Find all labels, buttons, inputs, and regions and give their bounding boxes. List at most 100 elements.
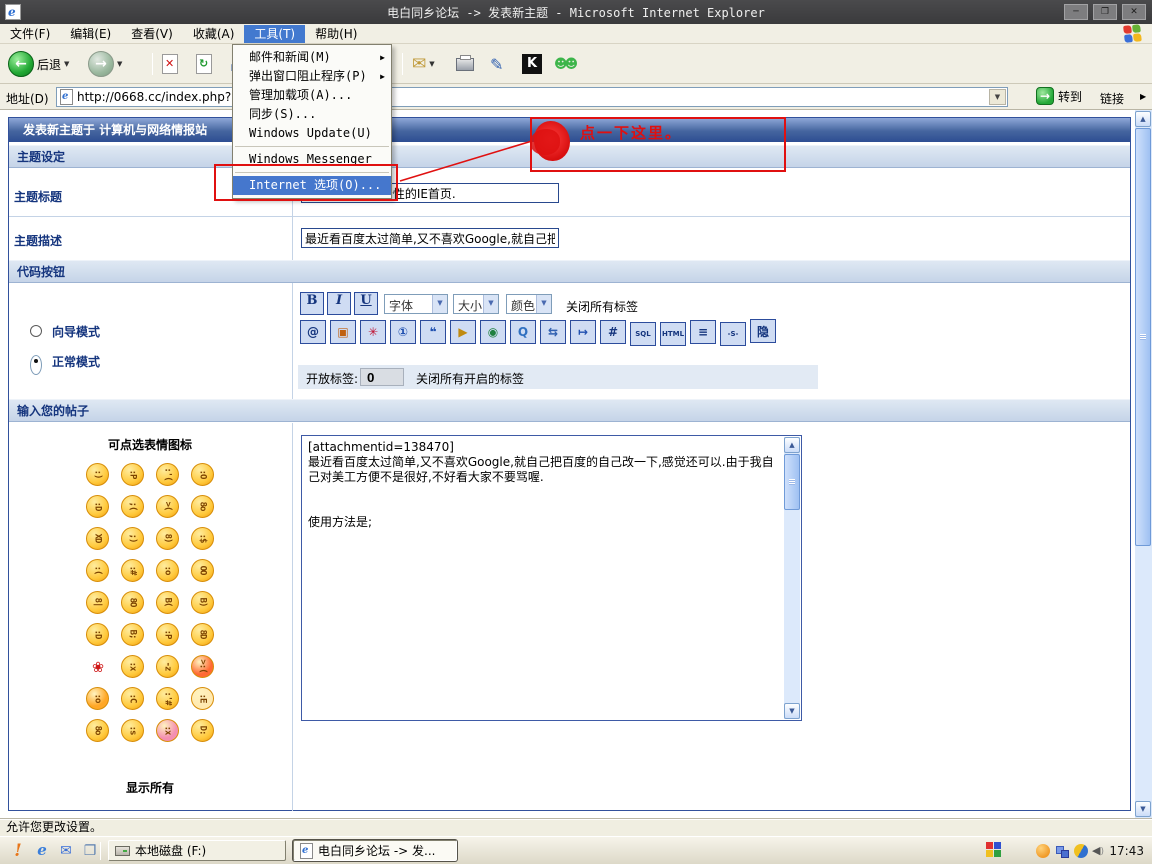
emoticon[interactable]: :O	[191, 463, 214, 486]
emoticon[interactable]: 8|	[86, 591, 109, 614]
back-button[interactable]: ← 后退 ▼	[8, 49, 69, 79]
italic-button[interactable]: I	[327, 292, 351, 315]
tools-menu-item[interactable]: 弹出窗口阻止程序(P)▶	[233, 67, 391, 86]
quicklaunch-ie-icon[interactable]: e	[32, 841, 52, 861]
normal-mode-radio[interactable]	[30, 355, 42, 375]
quicklaunch-mail-icon[interactable]: ✉	[56, 841, 76, 861]
quicklaunch-lightning-icon[interactable]: !	[8, 841, 28, 861]
sql-icon[interactable]: SQL	[630, 322, 656, 346]
scroll-thumb[interactable]	[1135, 128, 1151, 546]
taskbar-button-local-disk[interactable]: 本地磁盘 (F:)	[108, 840, 286, 861]
hide-icon[interactable]: 隐	[750, 319, 776, 343]
edit-button[interactable]: ✎	[490, 49, 503, 79]
underline-button[interactable]: U	[354, 292, 378, 315]
emoticon[interactable]: :D	[86, 623, 109, 646]
page-scrollbar[interactable]: ▲ ▼	[1135, 110, 1152, 818]
stop-button[interactable]: ✕	[162, 49, 178, 79]
numbered-icon[interactable]: ①	[390, 320, 416, 344]
emoticon[interactable]: B)	[191, 591, 214, 614]
list-icon[interactable]: ≡	[690, 320, 716, 344]
font-select[interactable]: 字体▼	[384, 294, 448, 314]
emoticon[interactable]: B;	[121, 623, 144, 646]
image-icon[interactable]: ▣	[330, 320, 356, 344]
forward-button[interactable]: → ▼	[88, 49, 122, 79]
emoticon[interactable]: 8)	[156, 527, 179, 550]
restore-button[interactable]: ❐	[1093, 4, 1117, 20]
export-icon[interactable]: ↦	[570, 320, 596, 344]
tools-menu-item[interactable]: 管理加载项(A)...	[233, 86, 391, 105]
go-button[interactable]: → 转到	[1036, 87, 1082, 105]
quicklaunch-show-desktop-icon[interactable]: ❐	[80, 841, 100, 861]
emoticon[interactable]: D:	[191, 719, 214, 742]
textarea-scrollbar[interactable]: ▲ ▼	[784, 437, 800, 719]
quicktime-icon[interactable]: Q	[510, 320, 536, 344]
emoticon[interactable]: B(	[156, 591, 179, 614]
emoticon[interactable]: -z	[156, 655, 179, 678]
tools-menu-item[interactable]: 邮件和新闻(M)▶	[233, 48, 391, 67]
emoticon[interactable]: ;)	[121, 527, 144, 550]
close-all-open-tags-label[interactable]: 关闭所有开启的标签	[416, 370, 524, 387]
emoticon[interactable]: ❀	[86, 655, 109, 678]
menubar-item[interactable]: 文件(F)	[0, 25, 60, 43]
wmp-icon[interactable]: ◉	[480, 320, 506, 344]
emoticon[interactable]: :'#	[156, 687, 179, 710]
emoticon[interactable]: :x	[156, 719, 179, 742]
tools-menu-item[interactable]: Windows Update(U)	[233, 124, 391, 143]
color-select[interactable]: 颜色▼	[506, 294, 552, 314]
close-button[interactable]: ✕	[1122, 4, 1146, 20]
language-bar-icon[interactable]	[986, 842, 1003, 859]
close-all-tags-label[interactable]: 关闭所有标签	[566, 298, 638, 315]
links-arrow-icon[interactable]: ▶	[1140, 92, 1146, 101]
emoticon[interactable]: :D	[86, 495, 109, 518]
code-icon[interactable]: #	[600, 320, 626, 344]
emoticon[interactable]: :(	[86, 559, 109, 582]
scroll-down-icon[interactable]: ▼	[784, 703, 800, 719]
emoticon[interactable]: >:(	[191, 655, 214, 678]
emoticon[interactable]: :o	[156, 559, 179, 582]
size-select[interactable]: 大小▼	[453, 294, 499, 314]
forward-dropdown-icon[interactable]: ▼	[117, 60, 122, 68]
emoticon[interactable]: :x	[121, 655, 144, 678]
menubar-item[interactable]: 工具(T)	[244, 25, 305, 43]
window-titlebar[interactable]: e 电白同乡论坛 -> 发表新主题 - Microsoft Internet E…	[0, 0, 1152, 24]
emoticon[interactable]: XD	[86, 527, 109, 550]
emoticon[interactable]: :s	[121, 719, 144, 742]
html-icon[interactable]: HTML	[660, 322, 686, 346]
emoticon[interactable]: :#	[121, 559, 144, 582]
menubar-item[interactable]: 编辑(E)	[60, 25, 121, 43]
quote-icon[interactable]: ❝	[420, 320, 446, 344]
emoticon[interactable]: 8o	[86, 719, 109, 742]
media-icon[interactable]: ▶	[450, 320, 476, 344]
bold-button[interactable]: B	[300, 292, 324, 315]
tray-swirl-icon[interactable]	[1074, 844, 1088, 858]
emoticon[interactable]: :)	[86, 463, 109, 486]
emoticon[interactable]: :E	[191, 687, 214, 710]
wizard-mode-radio[interactable]	[30, 325, 42, 337]
tray-volume-icon[interactable]: ◀)	[1092, 844, 1104, 857]
menubar-item[interactable]: 查看(V)	[121, 25, 183, 43]
emoticon[interactable]: :C	[121, 687, 144, 710]
print-button[interactable]	[456, 49, 474, 79]
post-textarea[interactable]: [attachmentid=138470] 最近看百度太过简单,又不喜欢Goog…	[301, 435, 802, 721]
refresh-button[interactable]: ↻	[196, 49, 212, 79]
url-icon[interactable]: @	[300, 320, 326, 344]
strike-icon[interactable]: -S-	[720, 322, 746, 346]
back-dropdown-icon[interactable]: ▼	[64, 60, 69, 68]
minimize-button[interactable]: ─	[1064, 4, 1088, 20]
messenger-button[interactable]: ☻☻	[554, 49, 575, 79]
open-tags-input[interactable]	[360, 368, 404, 386]
emoticon[interactable]: OO	[191, 559, 214, 582]
tools-menu-item[interactable]: 同步(S)...	[233, 105, 391, 124]
emoticon[interactable]: ;(	[121, 495, 144, 518]
menubar-item[interactable]: 帮助(H)	[305, 25, 367, 43]
emoticon[interactable]: :'(	[156, 463, 179, 486]
address-input[interactable]: e http://0668.cc/index.php? ▼	[56, 87, 1008, 107]
show-all-link[interactable]: 显示所有	[8, 779, 292, 796]
emoticon[interactable]: :o	[86, 687, 109, 710]
tray-qq-icon[interactable]	[1036, 844, 1050, 858]
menubar-item[interactable]: 收藏(A)	[183, 25, 245, 43]
scroll-thumb[interactable]	[784, 454, 800, 510]
links-label[interactable]: 链接	[1100, 90, 1124, 107]
flash-icon[interactable]: ✳	[360, 320, 386, 344]
taskbar-button-forum[interactable]: e 电白同乡论坛 -> 发...	[293, 840, 457, 861]
